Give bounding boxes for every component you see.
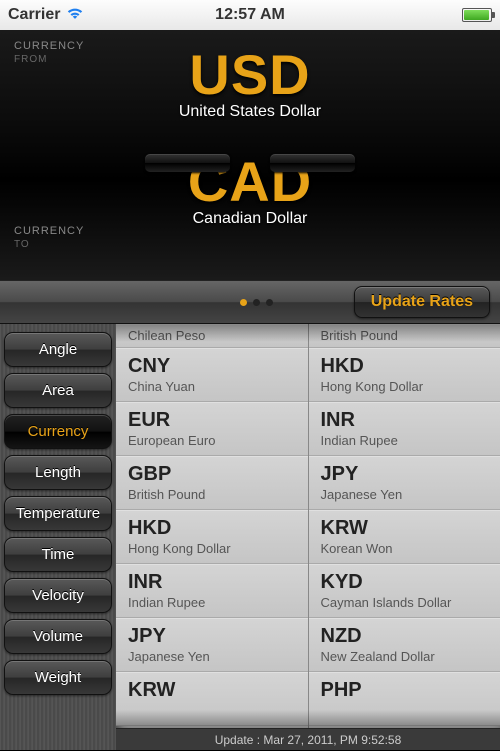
- category-area[interactable]: Area: [4, 373, 112, 408]
- currency-code: HKD: [321, 355, 489, 378]
- currency-name: Indian Rupee: [321, 433, 489, 448]
- category-length[interactable]: Length: [4, 455, 112, 490]
- wifi-icon: [66, 6, 84, 25]
- from-currency-slot[interactable]: USD United States Dollar: [14, 38, 486, 121]
- label-to: TO: [14, 239, 84, 250]
- category-currency[interactable]: Currency: [4, 414, 112, 449]
- currency-name: British Pound: [321, 328, 398, 343]
- currency-code: KRW: [321, 517, 489, 540]
- category-angle[interactable]: Angle: [4, 332, 112, 367]
- from-list-item[interactable]: Chilean Peso: [116, 324, 308, 348]
- to-heading: CURRENCY TO: [14, 225, 84, 250]
- category-volume[interactable]: Volume: [4, 619, 112, 654]
- currency-name: European Euro: [128, 433, 296, 448]
- page-dot-3: [266, 299, 273, 306]
- status-left: Carrier: [8, 6, 84, 25]
- label-currency: CURRENCY: [14, 40, 84, 52]
- currency-name: Korean Won: [321, 541, 489, 556]
- from-list-item[interactable]: CNYChina Yuan: [116, 348, 308, 402]
- from-list-item[interactable]: KRW: [116, 672, 308, 726]
- from-list-item[interactable]: GBPBritish Pound: [116, 456, 308, 510]
- from-list-item[interactable]: EUREuropean Euro: [116, 402, 308, 456]
- page-dot-1: [240, 299, 247, 306]
- update-footer: Update : Mar 27, 2011, PM 9:52:58: [116, 728, 500, 750]
- currency-name: Cayman Islands Dollar: [321, 595, 489, 610]
- to-list-item[interactable]: PHP: [309, 672, 500, 726]
- status-time: 12:57 AM: [215, 6, 285, 24]
- carrier-label: Carrier: [8, 6, 60, 24]
- to-name: Canadian Dollar: [14, 210, 486, 228]
- currency-name: New Zealand Dollar: [321, 649, 489, 664]
- flip-hinge: [145, 154, 355, 172]
- currency-name: China Yuan: [128, 379, 296, 394]
- from-heading: CURRENCY FROM: [14, 40, 84, 65]
- currency-flipboard: CURRENCY FROM USD United States Dollar C…: [0, 30, 500, 280]
- page-indicator[interactable]: [240, 299, 273, 306]
- category-temperature[interactable]: Temperature: [4, 496, 112, 531]
- to-list-item[interactable]: HKDHong Kong Dollar: [309, 348, 500, 402]
- currency-name: Japanese Yen: [128, 649, 296, 664]
- currency-code: JPY: [321, 463, 489, 486]
- label-currency-2: CURRENCY: [14, 225, 84, 237]
- currency-name: Japanese Yen: [321, 487, 489, 502]
- currency-name: Chilean Peso: [128, 328, 205, 343]
- from-list-item[interactable]: JPYJapanese Yen: [116, 618, 308, 672]
- label-from: FROM: [14, 54, 84, 65]
- currency-code: HKD: [128, 517, 296, 540]
- currency-code: KYD: [321, 571, 489, 594]
- from-name: United States Dollar: [14, 103, 486, 121]
- category-velocity[interactable]: Velocity: [4, 578, 112, 613]
- category-time[interactable]: Time: [4, 537, 112, 572]
- currency-code: GBP: [128, 463, 296, 486]
- to-list-item[interactable]: British Pound: [309, 324, 500, 348]
- currency-code: INR: [128, 571, 296, 594]
- currency-picker: Chilean PesoCNYChina YuanEUREuropean Eur…: [116, 324, 500, 750]
- hinge-cap-left: [145, 154, 230, 172]
- main-area: Angle Area Currency Length Temperature Time Ve…: [0, 324, 500, 750]
- battery-icon: [462, 8, 492, 22]
- category-weight[interactable]: Weight: [4, 660, 112, 695]
- to-list-item[interactable]: INRIndian Rupee: [309, 402, 500, 456]
- update-rates-button[interactable]: Update Rates: [354, 286, 490, 318]
- currency-name: Indian Rupee: [128, 595, 296, 610]
- to-currency-list[interactable]: British PoundHKDHong Kong DollarINRIndia…: [309, 324, 500, 750]
- category-sidebar: Angle Area Currency Length Temperature Time Ve…: [0, 324, 116, 750]
- currency-code: CNY: [128, 355, 296, 378]
- page-dot-2: [253, 299, 260, 306]
- currency-code: PHP: [321, 679, 489, 702]
- from-currency-list[interactable]: Chilean PesoCNYChina YuanEUREuropean Eur…: [116, 324, 309, 750]
- to-list-item[interactable]: KRWKorean Won: [309, 510, 500, 564]
- currency-code: KRW: [128, 679, 296, 702]
- currency-code: JPY: [128, 625, 296, 648]
- from-list-item[interactable]: HKDHong Kong Dollar: [116, 510, 308, 564]
- currency-name: Hong Kong Dollar: [128, 541, 296, 556]
- status-right: [462, 8, 492, 22]
- status-bar: Carrier 12:57 AM: [0, 0, 500, 30]
- currency-code: NZD: [321, 625, 489, 648]
- currency-name: Hong Kong Dollar: [321, 379, 489, 394]
- from-list-item[interactable]: INRIndian Rupee: [116, 564, 308, 618]
- currency-code: EUR: [128, 409, 296, 432]
- toolbar: Update Rates: [0, 280, 500, 324]
- to-list-item[interactable]: KYDCayman Islands Dollar: [309, 564, 500, 618]
- hinge-cap-right: [270, 154, 355, 172]
- currency-code: INR: [321, 409, 489, 432]
- from-code: USD: [14, 42, 486, 107]
- to-list-item[interactable]: JPYJapanese Yen: [309, 456, 500, 510]
- currency-name: British Pound: [128, 487, 296, 502]
- to-list-item[interactable]: NZDNew Zealand Dollar: [309, 618, 500, 672]
